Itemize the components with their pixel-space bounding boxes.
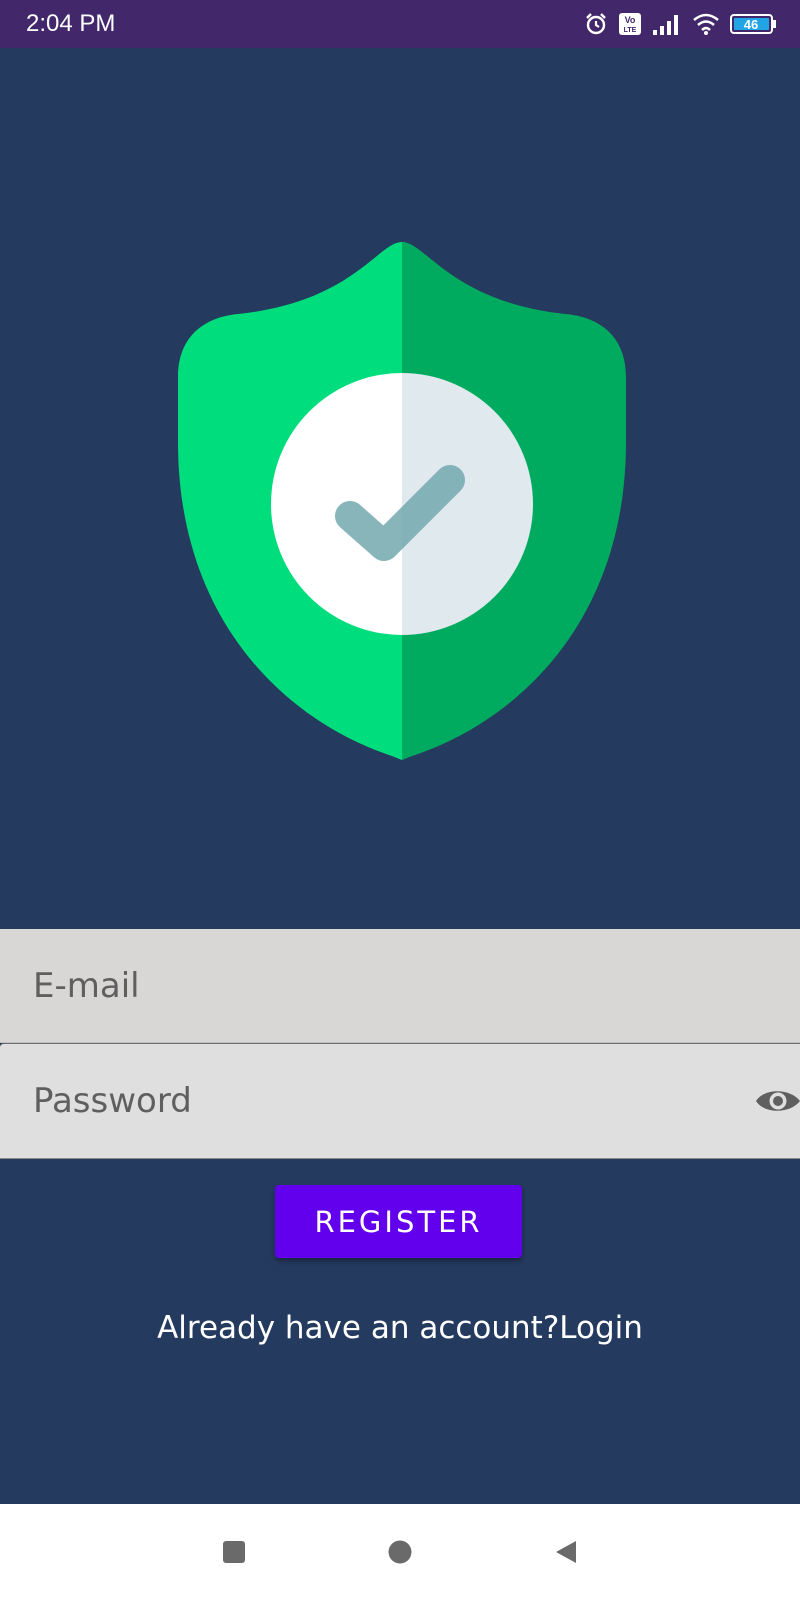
password-field[interactable] bbox=[0, 1043, 800, 1159]
register-screen: REGISTER Already have an account?Login bbox=[0, 48, 800, 1504]
battery-icon: 46 bbox=[730, 14, 776, 34]
home-circle-icon[interactable] bbox=[388, 1540, 412, 1564]
alarm-icon bbox=[586, 13, 606, 35]
login-link[interactable]: Already have an account?Login bbox=[0, 1310, 800, 1346]
signal-icon bbox=[653, 15, 678, 35]
recents-square-icon[interactable] bbox=[222, 1540, 246, 1564]
status-bar: 2:04 PM Vo LTE 46 bbox=[0, 0, 800, 48]
status-time: 2:04 PM bbox=[26, 10, 116, 37]
shield-check-icon bbox=[178, 242, 626, 770]
email-field[interactable] bbox=[0, 929, 800, 1043]
register-button[interactable]: REGISTER bbox=[275, 1185, 522, 1258]
wifi-icon bbox=[693, 13, 719, 35]
eye-icon[interactable] bbox=[754, 1084, 800, 1118]
email-input[interactable] bbox=[33, 965, 713, 1006]
battery-level: 46 bbox=[744, 17, 758, 32]
svg-text:LTE: LTE bbox=[624, 27, 637, 34]
password-input[interactable] bbox=[33, 1081, 713, 1121]
status-icons: Vo LTE 46 bbox=[584, 12, 778, 36]
back-triangle-icon[interactable] bbox=[554, 1540, 578, 1564]
volte-label: Vo bbox=[625, 15, 636, 25]
volte-icon: Vo LTE bbox=[619, 13, 641, 35]
navigation-bar bbox=[0, 1504, 800, 1600]
